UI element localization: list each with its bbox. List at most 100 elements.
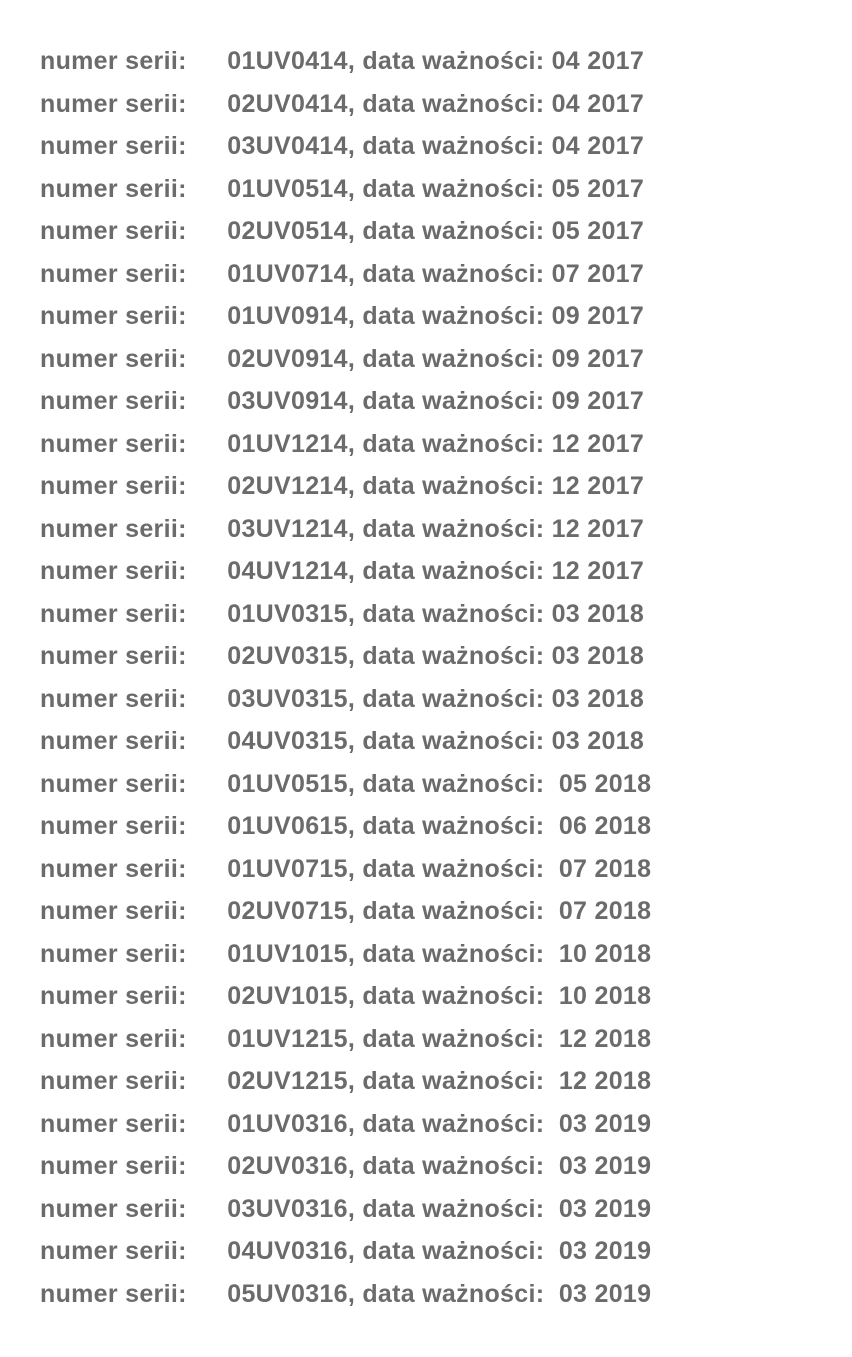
label-numer-serii: numer serii: [40,805,220,848]
serial-number: 04UV1214 [227,557,348,585]
label-numer-serii: numer serii: [40,1188,220,1231]
expiry-date: 04 2017 [552,47,644,75]
serial-number: 01UV0514 [227,175,348,203]
serial-number: 03UV0914 [227,387,348,415]
batch-row: numer serii: 03UV0914, data ważności: 09… [40,380,812,423]
serial-number: 01UV0414 [227,47,348,75]
label-data-waznosci: data ważności: [362,472,544,500]
expiry-date: 03 2018 [552,642,644,670]
spacer [544,812,559,840]
spacer [544,430,551,458]
batch-row: numer serii: 01UV0714, data ważności: 07… [40,253,812,296]
spacer [544,557,551,585]
serial-number: 05UV0316 [227,1280,348,1308]
batch-row: numer serii: 02UV1214, data ważności: 12… [40,465,812,508]
serial-number: 03UV0414 [227,132,348,160]
serial-number: 02UV0914 [227,345,348,373]
serial-number: 01UV0914 [227,302,348,330]
expiry-date: 10 2018 [559,982,651,1010]
batch-row: numer serii: 04UV0316, data ważności: 03… [40,1230,812,1273]
expiry-date: 05 2017 [552,175,644,203]
serial-number: 01UV0316 [227,1110,348,1138]
expiry-date: 04 2017 [552,90,644,118]
spacer [544,600,551,628]
label-numer-serii: numer serii: [40,423,220,466]
spacer [544,345,551,373]
batch-row: numer serii: 02UV0315, data ważności: 03… [40,635,812,678]
expiry-date: 09 2017 [552,345,644,373]
expiry-date: 03 2018 [552,600,644,628]
batch-row: numer serii: 01UV0315, data ważności: 03… [40,593,812,636]
label-data-waznosci: data ważności: [362,47,544,75]
label-numer-serii: numer serii: [40,338,220,381]
serial-number: 03UV0316 [227,1195,348,1223]
expiry-date: 09 2017 [552,302,644,330]
spacer [544,982,559,1010]
serial-number: 01UV1214 [227,430,348,458]
spacer [544,642,551,670]
label-numer-serii: numer serii: [40,1273,220,1316]
batch-row: numer serii: 01UV0514, data ważności: 05… [40,168,812,211]
expiry-date: 07 2017 [552,260,644,288]
label-numer-serii: numer serii: [40,593,220,636]
label-data-waznosci: data ważności: [362,1067,544,1095]
serial-number: 02UV0414 [227,90,348,118]
spacer [544,727,551,755]
batch-row: numer serii: 03UV1214, data ważności: 12… [40,508,812,551]
spacer [544,770,559,798]
expiry-date: 07 2018 [559,897,651,925]
label-data-waznosci: data ważności: [362,217,544,245]
expiry-date: 05 2017 [552,217,644,245]
serial-number: 01UV0615 [227,812,348,840]
label-data-waznosci: data ważności: [362,855,544,883]
label-numer-serii: numer serii: [40,678,220,721]
spacer [544,90,551,118]
expiry-date: 12 2018 [559,1067,651,1095]
expiry-date: 03 2019 [559,1237,651,1265]
serial-number: 03UV0315 [227,685,348,713]
batch-row: numer serii: 01UV0715, data ważności: 07… [40,848,812,891]
expiry-date: 03 2019 [559,1280,651,1308]
label-numer-serii: numer serii: [40,763,220,806]
spacer [544,302,551,330]
spacer [544,940,559,968]
label-data-waznosci: data ważności: [362,1110,544,1138]
spacer [544,855,559,883]
label-numer-serii: numer serii: [40,1060,220,1103]
spacer [544,685,551,713]
label-numer-serii: numer serii: [40,125,220,168]
serial-number: 02UV0514 [227,217,348,245]
label-data-waznosci: data ważności: [362,132,544,160]
label-data-waznosci: data ważności: [362,90,544,118]
label-numer-serii: numer serii: [40,253,220,296]
label-data-waznosci: data ważności: [362,642,544,670]
batch-row: numer serii: 03UV0414, data ważności: 04… [40,125,812,168]
label-numer-serii: numer serii: [40,635,220,678]
spacer [544,1152,559,1180]
batch-row: numer serii: 04UV1214, data ważności: 12… [40,550,812,593]
expiry-date: 12 2017 [552,472,644,500]
serial-number: 01UV1215 [227,1025,348,1053]
label-numer-serii: numer serii: [40,1103,220,1146]
label-data-waznosci: data ważności: [362,940,544,968]
label-numer-serii: numer serii: [40,168,220,211]
label-data-waznosci: data ważności: [362,727,544,755]
expiry-date: 12 2017 [552,515,644,543]
label-data-waznosci: data ważności: [362,600,544,628]
expiry-date: 03 2019 [559,1195,651,1223]
label-data-waznosci: data ważności: [362,387,544,415]
expiry-date: 03 2018 [552,685,644,713]
label-data-waznosci: data ważności: [362,1152,544,1180]
label-numer-serii: numer serii: [40,40,220,83]
label-data-waznosci: data ważności: [362,685,544,713]
spacer [544,515,551,543]
batch-row: numer serii: 01UV1015, data ważności: 10… [40,933,812,976]
batch-row: numer serii: 02UV0316, data ważności: 03… [40,1145,812,1188]
batch-list: numer serii: 01UV0414, data ważności: 04… [40,40,812,1315]
spacer [544,1237,559,1265]
label-data-waznosci: data ważności: [362,430,544,458]
batch-row: numer serii: 01UV0515, data ważności: 05… [40,763,812,806]
serial-number: 01UV0714 [227,260,348,288]
expiry-date: 12 2017 [552,430,644,458]
spacer [544,260,551,288]
